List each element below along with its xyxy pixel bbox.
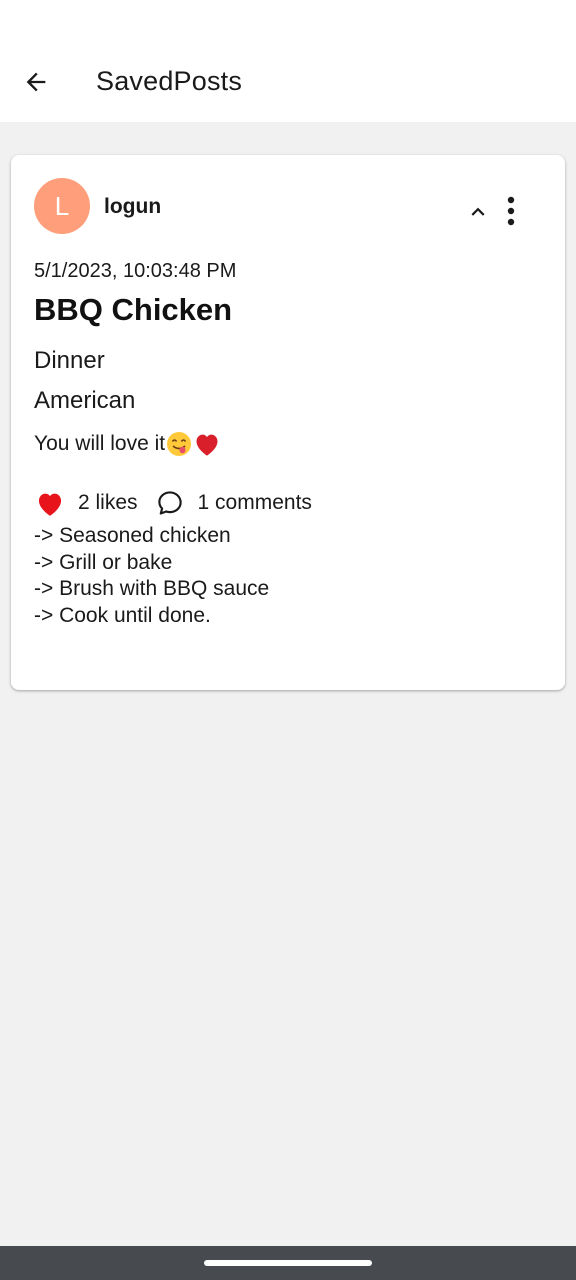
post-title: BBQ Chicken	[34, 292, 233, 327]
post-description: You will love it	[34, 431, 221, 457]
heart-icon	[38, 493, 62, 516]
comment-icon	[157, 491, 182, 515]
more-vert-icon	[507, 196, 515, 226]
comment-button[interactable]	[154, 487, 186, 519]
post-username: logun	[104, 195, 162, 218]
collapse-button[interactable]	[461, 195, 495, 229]
post-actions: 2 likes 1 comments	[34, 486, 312, 520]
avatar: L	[34, 178, 90, 234]
page-title: SavedPosts	[96, 66, 243, 96]
navigation-bar	[0, 1246, 576, 1280]
post-card: L logun 5/1/2023, 10:03:48 PM BBQ Chicke…	[11, 155, 565, 690]
step-item: -> Grill or bake	[34, 550, 173, 574]
more-options-button[interactable]	[497, 193, 525, 229]
post-category: Dinner	[34, 347, 105, 374]
likes-count: 2 likes	[78, 491, 138, 514]
home-gesture-handle[interactable]	[204, 1260, 372, 1266]
step-item: -> Brush with BBQ sauce	[34, 577, 270, 600]
chevron-up-icon	[471, 207, 485, 216]
red-heart-icon	[196, 434, 218, 456]
like-button[interactable]	[34, 488, 66, 518]
status-bar	[0, 0, 576, 40]
app-bar: SavedPosts	[0, 40, 576, 122]
yum-face-icon	[167, 432, 192, 456]
description-text: You will love it	[34, 432, 166, 455]
post-timestamp: 5/1/2023, 10:03:48 PM	[34, 260, 237, 282]
step-item: -> Seasoned chicken	[34, 524, 231, 547]
back-button[interactable]	[14, 60, 58, 104]
comments-count: 1 comments	[197, 491, 312, 514]
post-cuisine: American	[34, 387, 136, 414]
recipe-steps: -> Seasoned chicken -> Grill or bake -> …	[34, 523, 269, 629]
step-item: -> Cook until done.	[34, 603, 211, 627]
arrow-left-icon	[26, 72, 46, 92]
